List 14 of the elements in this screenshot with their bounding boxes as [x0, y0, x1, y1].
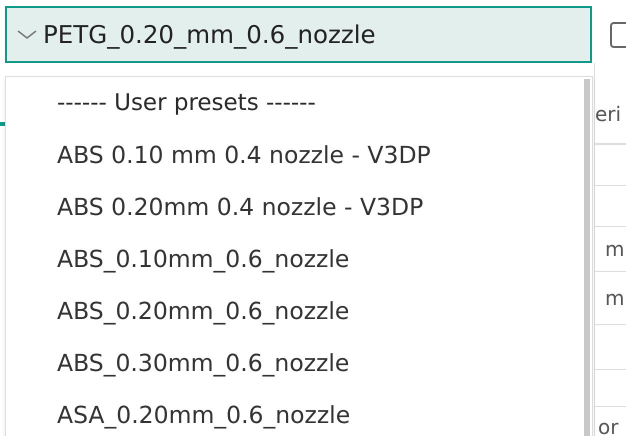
dropdown-option[interactable]: ASA_0.20mm_0.6_nozzle: [57, 389, 584, 436]
dropdown-option[interactable]: ABS_0.30mm_0.6_nozzle: [57, 337, 584, 389]
preset-dropdown[interactable]: PETG_0.20_mm_0.6_nozzle: [5, 6, 592, 63]
table-cell: or: [598, 415, 618, 436]
chevron-down-icon: [17, 30, 37, 40]
dropdown-option[interactable]: ABS_0.10mm_0.6_nozzle: [57, 233, 584, 285]
dropdown-option[interactable]: ABS_0.20mm_0.6_nozzle: [57, 285, 584, 337]
dropdown-option[interactable]: ABS 0.20mm 0.4 nozzle - V3DP: [57, 181, 584, 233]
column-header: eri: [595, 102, 622, 126]
table-cell-text: m: [604, 286, 624, 310]
scrollbar[interactable]: [584, 79, 590, 436]
table-cell-text: m: [604, 237, 624, 261]
dropdown-option[interactable]: ABS 0.10 mm 0.4 nozzle - V3DP: [57, 129, 584, 181]
group-header: ------ User presets ------: [57, 89, 317, 118]
